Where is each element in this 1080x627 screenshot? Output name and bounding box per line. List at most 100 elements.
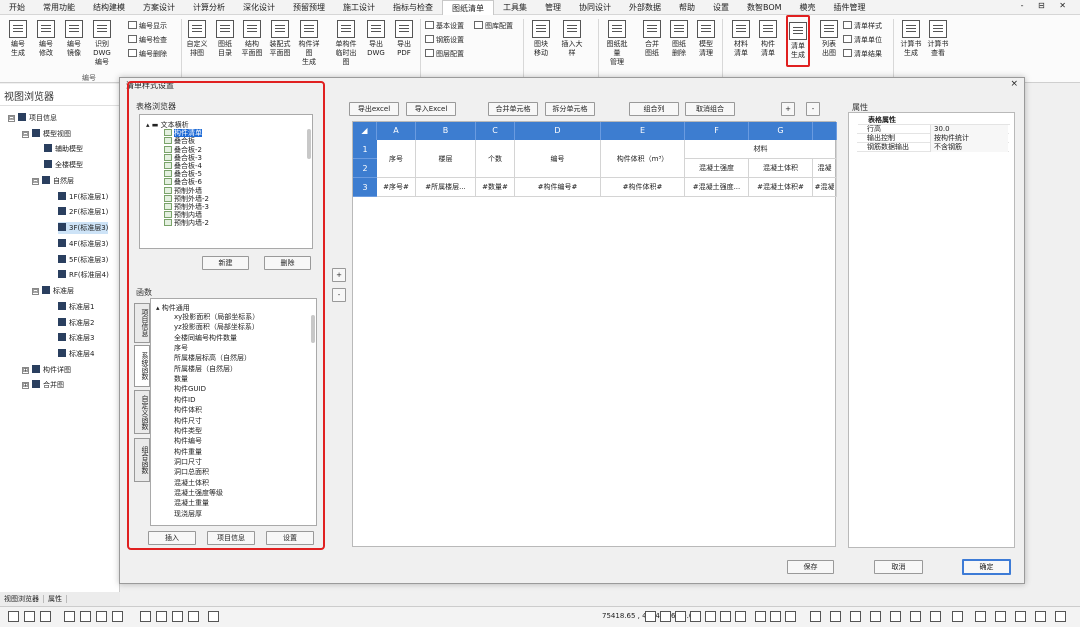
function-scrollbar[interactable] (311, 315, 315, 343)
menu-item[interactable]: 管理 (536, 0, 570, 15)
function-item[interactable]: 构件尺寸 (174, 417, 202, 425)
goujian-xiangtu-button[interactable]: 构件详图 生成 (297, 18, 321, 67)
function-item[interactable]: 构件类型 (174, 427, 202, 435)
table-cell[interactable]: #序号# (377, 178, 416, 197)
spreadsheet[interactable]: ◢ A B C D E F G 1 2 3 序号 楼层 个数 编号 构件体积（m³） 材料 混凝土强度 混凝土体积混… (352, 121, 837, 547)
tree-item[interactable]: 全楼模型 (44, 159, 83, 171)
toolbar-icon[interactable] (755, 611, 766, 622)
jiben-shezhi-button[interactable]: 基本设置 (425, 21, 464, 32)
group-columns-button[interactable]: 组合列 (629, 102, 679, 116)
property-row[interactable]: 输出控制 按构件统计 (857, 134, 1009, 143)
delete-template-button[interactable]: 删除 (264, 256, 311, 270)
liebiao-chutu-button[interactable]: 列表 出图 (817, 18, 841, 58)
toolbar-icon[interactable] (208, 611, 219, 622)
add-column-button[interactable]: + (332, 268, 346, 282)
tuzhi-shanchu-button[interactable]: 图纸 删除 (667, 18, 691, 58)
qingdan-yangshi-button[interactable]: 清单样式 (843, 21, 882, 32)
function-item[interactable]: 数量 (174, 375, 188, 383)
toolbar-icon[interactable] (1055, 611, 1066, 622)
row-header[interactable]: 1 (353, 140, 377, 159)
toolbar-icon[interactable] (810, 611, 821, 622)
tab-properties[interactable]: 属性 (44, 595, 67, 603)
toolbar-icon[interactable] (112, 611, 123, 622)
tree-item[interactable]: 2F(标准层1) (58, 206, 108, 218)
toolbar-icon[interactable] (645, 611, 656, 622)
split-cells-button[interactable]: 拆分单元格 (545, 102, 595, 116)
template-folder[interactable]: ▴ ▬ 文本横析 (146, 121, 189, 129)
save-button[interactable]: 保存 (787, 560, 834, 574)
column-header[interactable]: C (476, 122, 515, 140)
expand-toggle-icon[interactable]: ⊞ (22, 367, 29, 374)
export-excel-button[interactable]: 导出excel (349, 102, 399, 116)
toolbar-icon[interactable] (975, 611, 986, 622)
bianhao-shanchu-button[interactable]: 编号删除 (128, 49, 167, 60)
menu-item[interactable]: 深化设计 (234, 0, 284, 15)
bianhao-jiancha-button[interactable]: 编号检查 (128, 35, 167, 46)
function-item[interactable]: 现浇层厚 (174, 510, 202, 518)
function-item[interactable]: 全楼同编号构件数量 (174, 334, 237, 342)
template-item[interactable]: 叠合板-4 (164, 162, 202, 170)
template-item[interactable]: 预制内墙 (164, 211, 202, 219)
menu-item[interactable]: 开始 (0, 0, 34, 15)
function-category-tab[interactable]: 自定义函数 (134, 390, 150, 434)
cancel-button[interactable]: 取消 (874, 560, 923, 574)
table-cell[interactable]: 个数 (476, 140, 515, 178)
row-header[interactable]: 3 (353, 178, 377, 197)
toolbar-icon[interactable] (720, 611, 731, 622)
table-cell[interactable]: #混凝 (813, 178, 837, 197)
template-item[interactable]: 叠合板-5 (164, 170, 202, 178)
ungroup-button[interactable]: 取消组合 (685, 102, 735, 116)
toolbar-icon[interactable] (785, 611, 796, 622)
tree-item[interactable]: ⊞ 合并图 (22, 379, 64, 391)
table-cell[interactable]: 混凝土体积 (749, 159, 813, 178)
tab-view-browser[interactable]: 视图浏览器 (0, 595, 44, 603)
template-item[interactable]: 叠合板-2 (164, 145, 202, 154)
function-item[interactable]: 洞口总面积 (174, 468, 209, 476)
new-template-button[interactable]: 新建 (202, 256, 249, 270)
column-header[interactable]: A (377, 122, 416, 140)
tree-item[interactable]: 标准层2 (58, 317, 94, 329)
toolbar-icon[interactable] (910, 611, 921, 622)
tree-item[interactable]: ⊞ 构件详图 (22, 364, 71, 376)
bianhao-xiugai-button[interactable]: 编号 修改 (34, 18, 58, 58)
window-controls[interactable]: - ⊟ ✕ (1021, 1, 1072, 10)
template-item[interactable]: 叠合板-6 (164, 178, 202, 186)
tukuai-yidong-button[interactable]: 图块 移动 (529, 18, 553, 58)
menu-item[interactable]: 常用功能 (34, 0, 84, 15)
property-value[interactable]: 30.0 (930, 125, 1008, 134)
charu-dayang-button[interactable]: 插入大样 (560, 18, 584, 58)
table-cell[interactable]: #数量# (476, 178, 515, 197)
column-header[interactable]: E (601, 122, 685, 140)
function-item[interactable]: 构件ID (174, 396, 195, 404)
menu-item[interactable]: 插件管理 (825, 0, 875, 15)
table-cell[interactable]: 楼层 (416, 140, 476, 178)
column-header[interactable]: B (416, 122, 476, 140)
function-category-tab[interactable]: 系统函数 (134, 345, 150, 387)
expand-toggle-icon[interactable]: ⊟ (22, 131, 29, 138)
menu-item[interactable]: 指标与检查 (384, 0, 442, 15)
toolbar-icon[interactable] (890, 611, 901, 622)
table-cell[interactable]: 混凝 (813, 159, 837, 178)
zoom-out-button[interactable]: - (806, 102, 820, 116)
tree-item[interactable]: 标准层3 (58, 332, 94, 344)
tree-item[interactable]: ⊟ 模型视图 (22, 128, 71, 140)
tree-item[interactable]: 4F(标准层3) (58, 238, 108, 250)
function-category-tab[interactable]: 组合函数 (134, 438, 150, 482)
menu-item[interactable]: 预留预埋 (284, 0, 334, 15)
close-icon[interactable]: × (1010, 79, 1018, 89)
import-excel-button[interactable]: 导入Excel (406, 102, 456, 116)
function-root[interactable]: ▴ 构件通用 (156, 304, 190, 312)
expand-toggle-icon[interactable]: ⊟ (8, 115, 15, 122)
template-item[interactable]: 构件清单 (164, 129, 202, 138)
table-cell[interactable]: 序号 (377, 140, 416, 178)
piliang-guanli-button[interactable]: 图纸批量 管理 (605, 18, 629, 67)
template-item[interactable]: 预制外墙 (164, 186, 202, 195)
toolbar-icon[interactable] (675, 611, 686, 622)
merge-cells-button[interactable]: 合并单元格 (488, 102, 538, 116)
function-item[interactable]: 洞口尺寸 (174, 458, 202, 466)
table-cell[interactable]: 编号 (515, 140, 601, 178)
expand-toggle-icon[interactable]: ⊞ (22, 382, 29, 389)
toolbar-icon[interactable] (80, 611, 91, 622)
template-item[interactable]: 预制外墙-2 (164, 194, 209, 203)
function-item[interactable]: 构件编号 (174, 437, 202, 445)
